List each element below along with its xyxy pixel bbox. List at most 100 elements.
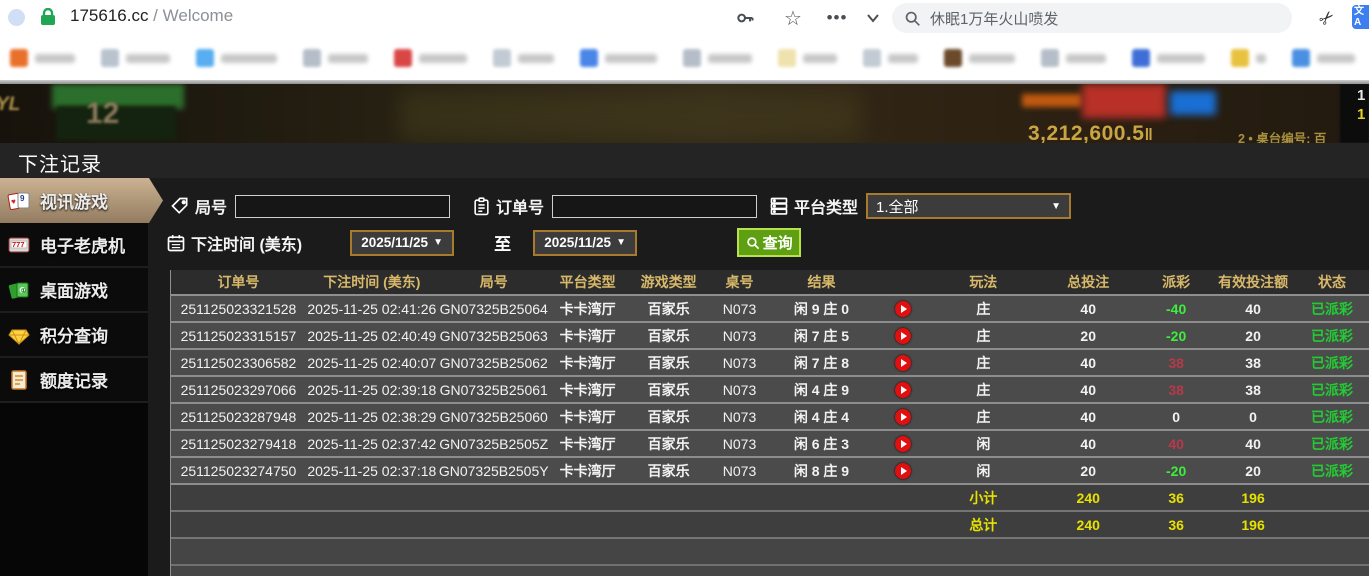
bookmark-item[interactable] (1132, 49, 1205, 67)
bookmark-item[interactable] (10, 49, 75, 67)
cell-round: GN07325B25063 (439, 327, 548, 344)
sidebar-item-video-games[interactable]: ♥ 9 视讯游戏 (0, 178, 163, 223)
column-header: 游戏类型 (640, 274, 697, 290)
cell-play: 闲 (976, 435, 991, 452)
sidebar-item-label: 额度记录 (40, 372, 108, 391)
chevron-down-icon[interactable] (858, 4, 888, 32)
cell-time: 2025-11-25 02:38:29 (307, 408, 437, 425)
banner-orange-badge (1022, 94, 1082, 107)
cell-empty (306, 485, 438, 510)
cell-valid_bet: 40 (1245, 300, 1261, 317)
platform-type-select[interactable]: 1.全部 ▼ (866, 193, 1072, 219)
play-video-button[interactable] (875, 431, 931, 456)
cell-table_no: N073 (722, 354, 757, 371)
address-bar[interactable]: 175616.cc / Welcome (70, 6, 233, 26)
cell-round: GN07325B25060 (439, 408, 548, 425)
bookmark-favicon (778, 49, 796, 67)
bookmark-favicon (493, 49, 511, 67)
cell-total_bet: 40 (1080, 381, 1096, 398)
play-video-button[interactable] (875, 323, 931, 348)
cell-empty (875, 512, 931, 537)
bet-time-label: 下注时间 (美东) (191, 236, 303, 254)
cell-total_bet: 40 (1080, 408, 1096, 425)
bookmark-favicon (1231, 49, 1249, 67)
order-no-input[interactable] (552, 194, 758, 218)
bookmark-item[interactable] (1231, 49, 1266, 67)
tag-icon (171, 197, 188, 214)
date-to-select[interactable]: 2025/11/25 ▼ (533, 229, 638, 256)
lock-icon[interactable] (40, 7, 56, 31)
bookmark-item[interactable] (944, 49, 1015, 67)
bookmark-star-icon[interactable]: ☆ (778, 4, 808, 32)
bookmark-item[interactable] (863, 49, 918, 67)
gem-icon (6, 323, 32, 347)
search-box[interactable]: 休眠1万年火山喷发 (892, 3, 1292, 33)
bookmark-favicon (101, 49, 119, 67)
play-video-button[interactable] (875, 404, 931, 429)
date-from-select[interactable]: 2025/11/25 ▼ (350, 229, 455, 256)
sidebar-item-label: 视讯游戏 (40, 193, 108, 212)
cell-empty (768, 485, 876, 510)
translate-icon[interactable]: 文A (1352, 5, 1369, 29)
round-no-input[interactable] (235, 194, 451, 218)
sidebar-item-quota-records[interactable]: 额度记录 (0, 358, 148, 403)
cell-platform: 卡卡湾厅 (559, 381, 616, 398)
search-icon (905, 11, 920, 26)
chevron-down-icon: ▼ (616, 237, 626, 248)
cell-platform: 卡卡湾厅 (559, 300, 616, 317)
cell-result: 闲 9 庄 0 (793, 300, 850, 317)
bookmark-item[interactable] (683, 49, 752, 67)
bookmark-blurred-title (1317, 53, 1355, 63)
cell-play: 庄 (976, 408, 991, 425)
sidebar-item-slots[interactable]: 777 电子老虎机 (0, 223, 148, 268)
subtotal-label: 小计 (969, 489, 998, 506)
empty-row (171, 566, 1369, 576)
bookmark-blurred-title (221, 53, 277, 63)
cell-order: 251125023279418 (180, 435, 297, 452)
password-key-icon[interactable] (730, 4, 760, 32)
play-video-button[interactable] (875, 350, 931, 375)
scissors-icon[interactable]: ✂ (1306, 0, 1347, 39)
tab-favicon (8, 9, 25, 26)
bookmark-favicon (580, 49, 598, 67)
cell-game: 百家乐 (647, 408, 690, 425)
cell-empty (438, 512, 550, 537)
cell-payout: -20 (1166, 327, 1187, 344)
bookmark-favicon (1132, 49, 1150, 67)
column-header: 下注时间 (美东) (323, 274, 421, 290)
bookmark-item[interactable] (196, 49, 277, 67)
table-body: 251125023321528 2025-11-25 02:41:26 GN0732… (171, 296, 1369, 576)
bookmark-item[interactable] (493, 49, 554, 67)
cell-play: 庄 (976, 300, 991, 317)
column-header: 结果 (807, 274, 836, 290)
cell-platform: 卡卡湾厅 (559, 462, 616, 479)
play-video-button[interactable] (875, 458, 931, 483)
cell-total_bet: 40 (1080, 435, 1096, 452)
extensions-menu-icon[interactable]: ••• (822, 4, 852, 32)
bookmark-favicon (303, 49, 321, 67)
play-video-button[interactable] (875, 296, 931, 321)
sidebar-item-points[interactable]: 积分查询 (0, 313, 148, 358)
bookmark-blurred-title (1066, 53, 1106, 63)
bookmark-item[interactable] (580, 49, 657, 67)
query-button[interactable]: 查询 (737, 228, 802, 257)
bookmark-item[interactable] (101, 49, 170, 67)
cell-total_bet: 40 (1080, 300, 1096, 317)
column-header: 订单号 (217, 274, 260, 290)
sidebar-item-table-games[interactable]: ① 桌面游戏 (0, 268, 148, 313)
bookmark-item[interactable] (1041, 49, 1106, 67)
bookmark-item[interactable] (394, 49, 467, 67)
bookmark-item[interactable] (778, 49, 837, 67)
table-row: 251125023279418 2025-11-25 02:37:42 GN0732… (171, 431, 1369, 458)
cell-empty (768, 512, 876, 537)
bookmark-favicon (863, 49, 881, 67)
banner-logo-text: YL (0, 94, 21, 115)
bookmark-item[interactable] (1292, 49, 1355, 67)
cell-status: 已派彩 (1311, 300, 1354, 317)
bookmark-blurred-title (969, 53, 1015, 63)
play-video-button[interactable] (875, 377, 931, 402)
bookmark-item[interactable] (303, 49, 368, 67)
cell-platform: 卡卡湾厅 (559, 435, 616, 452)
table-row: 251125023274750 2025-11-25 02:37:18 GN0732… (171, 458, 1369, 485)
cell-order: 251125023315157 (180, 327, 297, 344)
